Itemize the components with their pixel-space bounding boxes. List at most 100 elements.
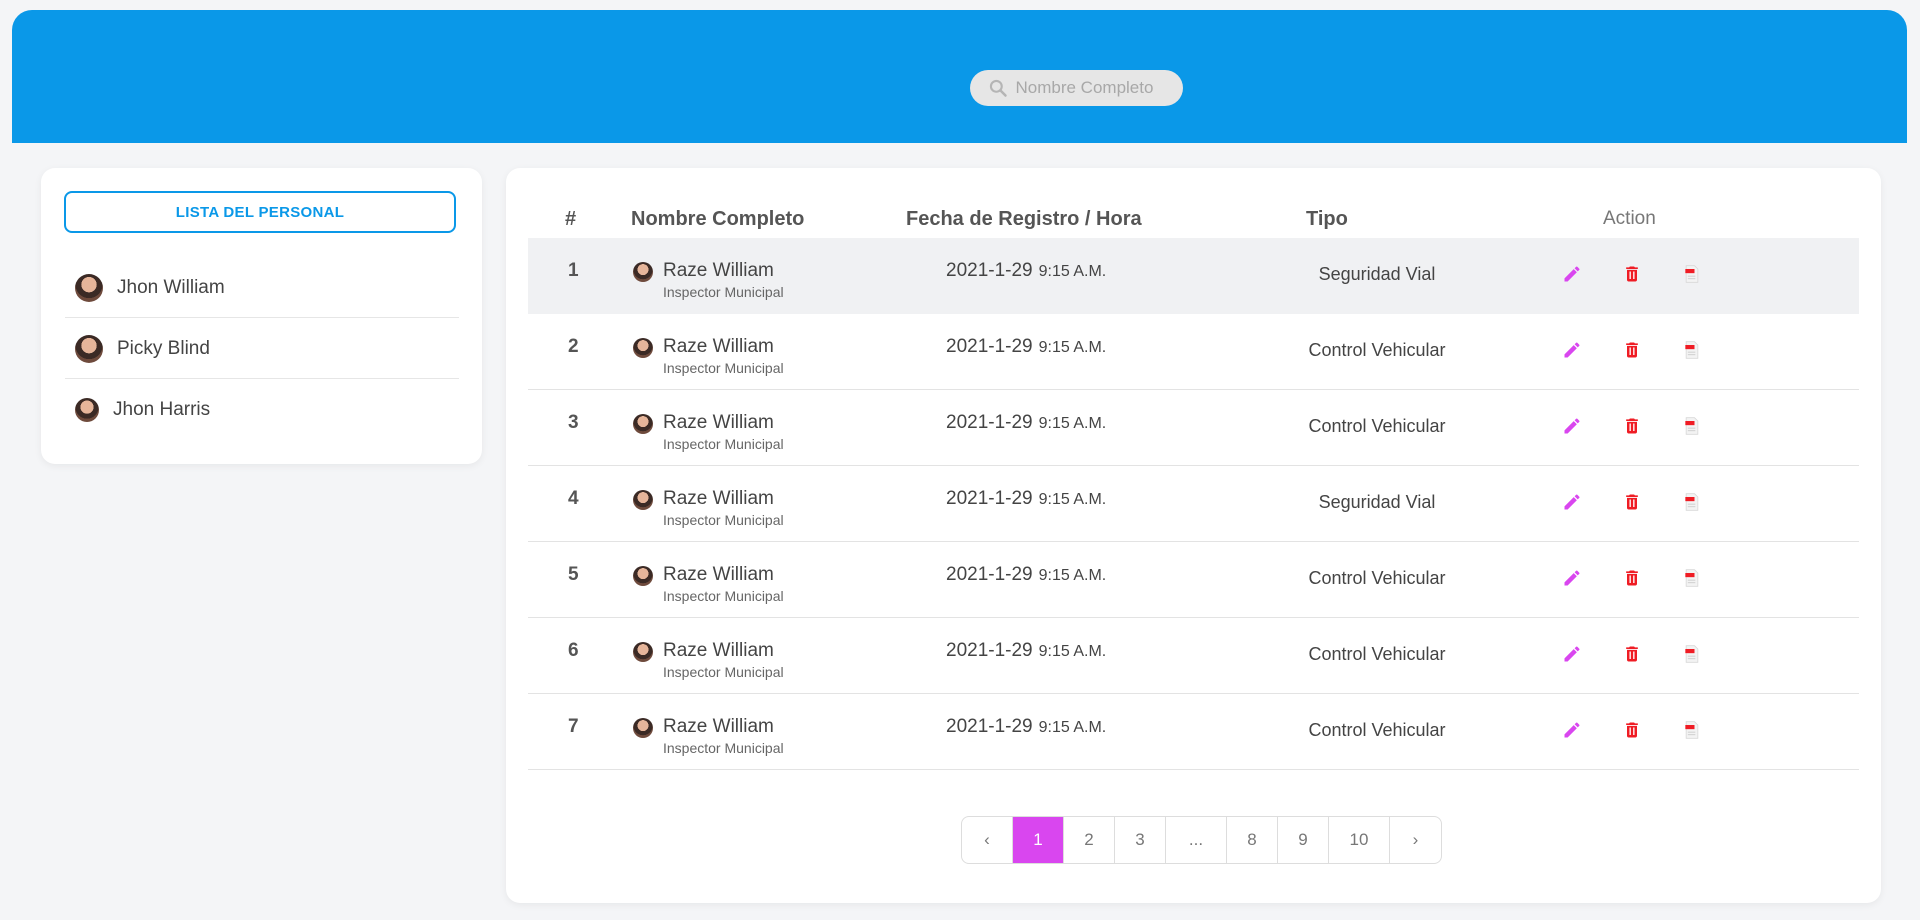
row-type: Seguridad Vial: [1318, 492, 1436, 512]
table-row[interactable]: 3 Raze William Inspector Municipal 2021-1-2…: [528, 390, 1859, 466]
row-type: Seguridad Vial: [1318, 264, 1436, 284]
table-row[interactable]: 6 Raze William Inspector Municipal 2021-1-2…: [528, 618, 1859, 694]
row-datetime: 2021-1-29 9:15 A.M.: [946, 412, 1106, 434]
delete-button[interactable]: [1620, 566, 1644, 590]
row-datetime: 2021-1-29 9:15 A.M.: [946, 564, 1106, 586]
row-type: Control Vehicular: [1308, 644, 1446, 664]
row-person-text: Raze William Inspector Municipal: [663, 716, 784, 756]
avatar: [633, 414, 653, 434]
avatar: [633, 262, 653, 282]
row-number: 7: [568, 716, 579, 737]
row-person-name: Raze William: [663, 640, 774, 661]
row-person: Raze William Inspector Municipal: [633, 716, 784, 756]
row-person-role: Inspector Municipal: [663, 664, 784, 680]
personnel-item[interactable]: Jhon William: [65, 258, 459, 318]
pdf-icon: [1685, 721, 1699, 739]
row-date: 2021-1-29: [946, 336, 1033, 357]
edit-button[interactable]: [1560, 262, 1584, 286]
table-row[interactable]: 5 Raze William Inspector Municipal 2021-1-2…: [528, 542, 1859, 618]
row-person: Raze William Inspector Municipal: [633, 260, 784, 300]
row-date: 2021-1-29: [946, 260, 1033, 281]
pdf-button[interactable]: [1680, 642, 1704, 666]
avatar: [75, 334, 103, 363]
row-datetime: 2021-1-29 9:15 A.M.: [946, 488, 1106, 510]
row-type: Control Vehicular: [1308, 416, 1446, 436]
delete-button[interactable]: [1620, 262, 1644, 286]
table-row[interactable]: 7 Raze William Inspector Municipal 2021-1-2…: [528, 694, 1859, 770]
pdf-button[interactable]: [1680, 338, 1704, 362]
row-number: 3: [568, 412, 579, 433]
pdf-button[interactable]: [1680, 718, 1704, 742]
personnel-item[interactable]: Picky Blind: [65, 319, 459, 379]
row-datetime: 2021-1-29 9:15 A.M.: [946, 716, 1106, 738]
table-row[interactable]: 1 Raze William Inspector Municipal 2021-1-2…: [528, 238, 1859, 314]
pagination-ellipsis: ...: [1166, 817, 1227, 863]
row-person-name: Raze William: [663, 336, 774, 357]
pagination-prev-button[interactable]: ‹: [962, 817, 1013, 863]
row-time: 9:15 A.M.: [1038, 719, 1107, 736]
trash-icon: [1626, 646, 1638, 662]
row-person-role: Inspector Municipal: [663, 588, 784, 604]
pagination-page-9[interactable]: 9: [1278, 817, 1329, 863]
edit-button[interactable]: [1560, 566, 1584, 590]
trash-icon: [1626, 342, 1638, 358]
edit-button[interactable]: [1560, 642, 1584, 666]
row-person-role: Inspector Municipal: [663, 740, 784, 756]
delete-button[interactable]: [1620, 490, 1644, 514]
pencil-icon: [1564, 418, 1580, 434]
pagination-next-button[interactable]: ›: [1390, 817, 1441, 863]
pdf-icon: [1685, 493, 1699, 511]
row-type: Control Vehicular: [1308, 340, 1446, 360]
delete-button[interactable]: [1620, 414, 1644, 438]
row-datetime: 2021-1-29 9:15 A.M.: [946, 640, 1106, 662]
pagination-page-1[interactable]: 1: [1013, 817, 1064, 863]
row-date: 2021-1-29: [946, 412, 1033, 433]
table-row[interactable]: 2 Raze William Inspector Municipal 2021-1-2…: [528, 314, 1859, 390]
pagination-page-8[interactable]: 8: [1227, 817, 1278, 863]
row-person-text: Raze William Inspector Municipal: [663, 564, 784, 604]
edit-button[interactable]: [1560, 490, 1584, 514]
delete-button[interactable]: [1620, 718, 1644, 742]
edit-button[interactable]: [1560, 414, 1584, 438]
row-time: 9:15 A.M.: [1038, 263, 1107, 280]
row-date: 2021-1-29: [946, 640, 1033, 661]
row-person-text: Raze William Inspector Municipal: [663, 412, 784, 452]
row-person-name: Raze William: [663, 564, 774, 585]
row-person-text: Raze William Inspector Municipal: [663, 260, 784, 300]
row-number: 1: [568, 260, 579, 281]
edit-button[interactable]: [1560, 718, 1584, 742]
pdf-button[interactable]: [1680, 490, 1704, 514]
search-box[interactable]: [970, 70, 1183, 106]
search-input[interactable]: [1015, 78, 1166, 98]
pagination-page-2[interactable]: 2: [1064, 817, 1115, 863]
row-number: 5: [568, 564, 579, 585]
delete-button[interactable]: [1620, 642, 1644, 666]
delete-button[interactable]: [1620, 338, 1644, 362]
pdf-button[interactable]: [1680, 262, 1704, 286]
trash-icon: [1626, 418, 1638, 434]
trash-icon: [1626, 722, 1638, 738]
pdf-button[interactable]: [1680, 566, 1704, 590]
row-type: Control Vehicular: [1308, 568, 1446, 588]
edit-button[interactable]: [1560, 338, 1584, 362]
pagination: ‹ 1 2 3 ... 8 9 10 ›: [961, 816, 1442, 864]
pagination-page-10[interactable]: 10: [1329, 817, 1390, 863]
pencil-icon: [1564, 570, 1580, 586]
column-header-name: Nombre Completo: [631, 208, 805, 230]
row-person-role: Inspector Municipal: [663, 360, 784, 376]
column-header-type: Tipo: [1306, 208, 1348, 230]
row-time: 9:15 A.M.: [1038, 339, 1107, 356]
personnel-name: Jhon William: [117, 276, 225, 298]
personnel-item[interactable]: Jhon Harris: [65, 380, 459, 440]
row-person-name: Raze William: [663, 488, 774, 509]
row-person-role: Inspector Municipal: [663, 436, 784, 452]
row-person-name: Raze William: [663, 716, 774, 737]
top-header-bar: [12, 10, 1907, 143]
table-row[interactable]: 4 Raze William Inspector Municipal 2021-1-2…: [528, 466, 1859, 542]
pencil-icon: [1564, 494, 1580, 510]
pdf-button[interactable]: [1680, 414, 1704, 438]
personnel-list-title[interactable]: LISTA DEL PERSONAL: [64, 191, 456, 233]
pagination-page-3[interactable]: 3: [1115, 817, 1166, 863]
row-time: 9:15 A.M.: [1038, 415, 1107, 432]
row-type: Control Vehicular: [1308, 720, 1446, 740]
